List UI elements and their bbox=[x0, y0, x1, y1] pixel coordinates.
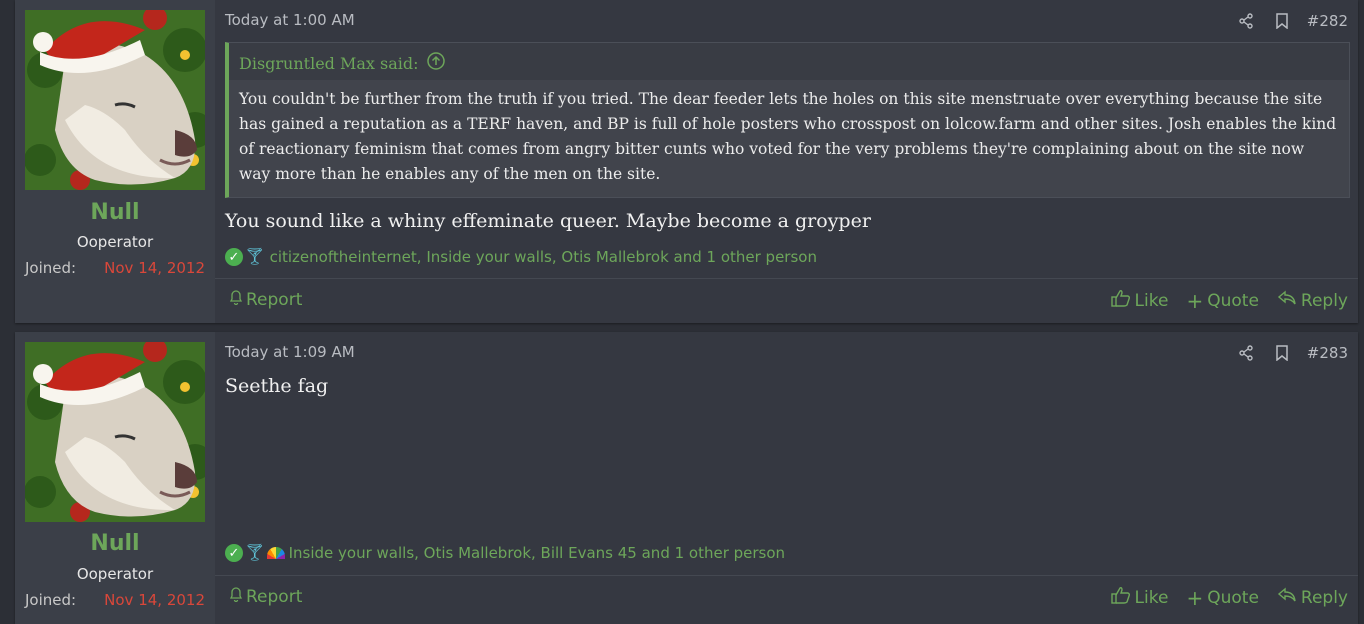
quote-label: Quote bbox=[1207, 587, 1259, 608]
thumbs-up-icon bbox=[1110, 586, 1131, 609]
joined-label: Joined: bbox=[25, 591, 77, 609]
reply-arrow-icon bbox=[1277, 587, 1297, 608]
username[interactable]: Null bbox=[15, 200, 215, 225]
post-number[interactable]: #282 bbox=[1307, 12, 1348, 30]
arrow-up-circle-icon[interactable] bbox=[426, 52, 445, 74]
like-label: Like bbox=[1134, 587, 1169, 608]
user-title: Ooperator bbox=[76, 565, 154, 583]
bookmark-icon[interactable] bbox=[1271, 343, 1293, 363]
report-button[interactable]: Report bbox=[229, 586, 302, 607]
bell-icon bbox=[229, 289, 243, 310]
joined-date: Nov 14, 2012 bbox=[104, 591, 205, 609]
post-number[interactable]: #283 bbox=[1307, 344, 1348, 362]
reactions-list[interactable]: Inside your walls, Otis Mallebrok, Bill … bbox=[289, 544, 785, 562]
post-date[interactable]: Today at 1:09 AM bbox=[225, 343, 355, 361]
quote-label: Quote bbox=[1207, 290, 1259, 311]
reaction-icons: ✓ 🍸︎ bbox=[225, 543, 285, 563]
reactions-bar[interactable]: ✓ 🍸︎ Inside your walls, Otis Mallebrok, … bbox=[225, 543, 785, 563]
thumbs-up-icon bbox=[1110, 289, 1131, 312]
reactions-bar[interactable]: ✓ 🍸︎ citizenoftheinternet, Inside your w… bbox=[225, 247, 817, 267]
like-button[interactable]: Like bbox=[1110, 586, 1169, 609]
quote-author[interactable]: Disgruntled Max said: bbox=[239, 54, 419, 73]
quote-button[interactable]: + Quote bbox=[1186, 289, 1258, 312]
quote-text: You couldn't be further from the truth i… bbox=[229, 80, 1349, 197]
user-panel: Null Ooperator Joined: Nov 14, 2012 bbox=[15, 0, 215, 323]
avatar[interactable] bbox=[25, 342, 205, 522]
reply-button[interactable]: Reply bbox=[1277, 289, 1348, 312]
quote-header[interactable]: Disgruntled Max said: bbox=[229, 43, 1349, 80]
share-icon[interactable] bbox=[1235, 343, 1257, 363]
bookmark-icon[interactable] bbox=[1271, 11, 1293, 31]
post-body: Today at 1:00 AM #282 Disgruntled Max sa… bbox=[215, 0, 1358, 323]
cocktail-icon: 🍸︎ bbox=[244, 247, 266, 267]
cocktail-icon: 🍸︎ bbox=[244, 543, 266, 563]
post-footer: Report Like + Quote Reply bbox=[215, 278, 1358, 323]
post-footer: Report Like + Quote Reply bbox=[215, 575, 1358, 620]
reply-label: Reply bbox=[1300, 587, 1348, 608]
plus-icon: + bbox=[1186, 288, 1204, 313]
share-icon[interactable] bbox=[1235, 11, 1257, 31]
quote-block: Disgruntled Max said: You couldn't be fu… bbox=[225, 42, 1350, 198]
post-actions: Like + Quote Reply bbox=[1110, 586, 1348, 609]
check-icon: ✓ bbox=[225, 544, 243, 562]
user-panel: Null Ooperator Joined: Nov 14, 2012 bbox=[15, 332, 215, 624]
post-date[interactable]: Today at 1:00 AM bbox=[225, 11, 355, 29]
message-text: You sound like a whiny effeminate queer.… bbox=[225, 210, 871, 232]
post-282: Null Ooperator Joined: Nov 14, 2012 Toda… bbox=[15, 0, 1358, 323]
reply-arrow-icon bbox=[1277, 290, 1297, 311]
joined-date: Nov 14, 2012 bbox=[104, 259, 205, 277]
joined-label: Joined: bbox=[25, 259, 77, 277]
reactions-list[interactable]: citizenoftheinternet, Inside your walls,… bbox=[270, 248, 817, 266]
plus-icon: + bbox=[1186, 585, 1204, 610]
quote-button[interactable]: + Quote bbox=[1186, 586, 1258, 609]
avatar[interactable] bbox=[25, 10, 205, 190]
report-label: Report bbox=[246, 586, 303, 607]
message-text: Seethe fag bbox=[225, 375, 329, 397]
username[interactable]: Null bbox=[15, 531, 215, 556]
post-body: Today at 1:09 AM #283 Seethe fag ✓ 🍸︎ In… bbox=[215, 332, 1358, 624]
rainbow-icon bbox=[266, 547, 285, 559]
reply-label: Reply bbox=[1300, 290, 1348, 311]
like-label: Like bbox=[1134, 290, 1169, 311]
like-button[interactable]: Like bbox=[1110, 289, 1169, 312]
reaction-icons: ✓ 🍸︎ bbox=[225, 247, 266, 267]
reply-button[interactable]: Reply bbox=[1277, 586, 1348, 609]
check-icon: ✓ bbox=[225, 248, 243, 266]
report-label: Report bbox=[246, 289, 303, 310]
post-tools: #283 bbox=[1235, 343, 1348, 363]
post-283: Null Ooperator Joined: Nov 14, 2012 Toda… bbox=[15, 332, 1358, 624]
post-actions: Like + Quote Reply bbox=[1110, 289, 1348, 312]
report-button[interactable]: Report bbox=[229, 289, 302, 310]
post-tools: #282 bbox=[1235, 11, 1348, 31]
user-title: Ooperator bbox=[76, 233, 154, 251]
bell-icon bbox=[229, 586, 243, 607]
